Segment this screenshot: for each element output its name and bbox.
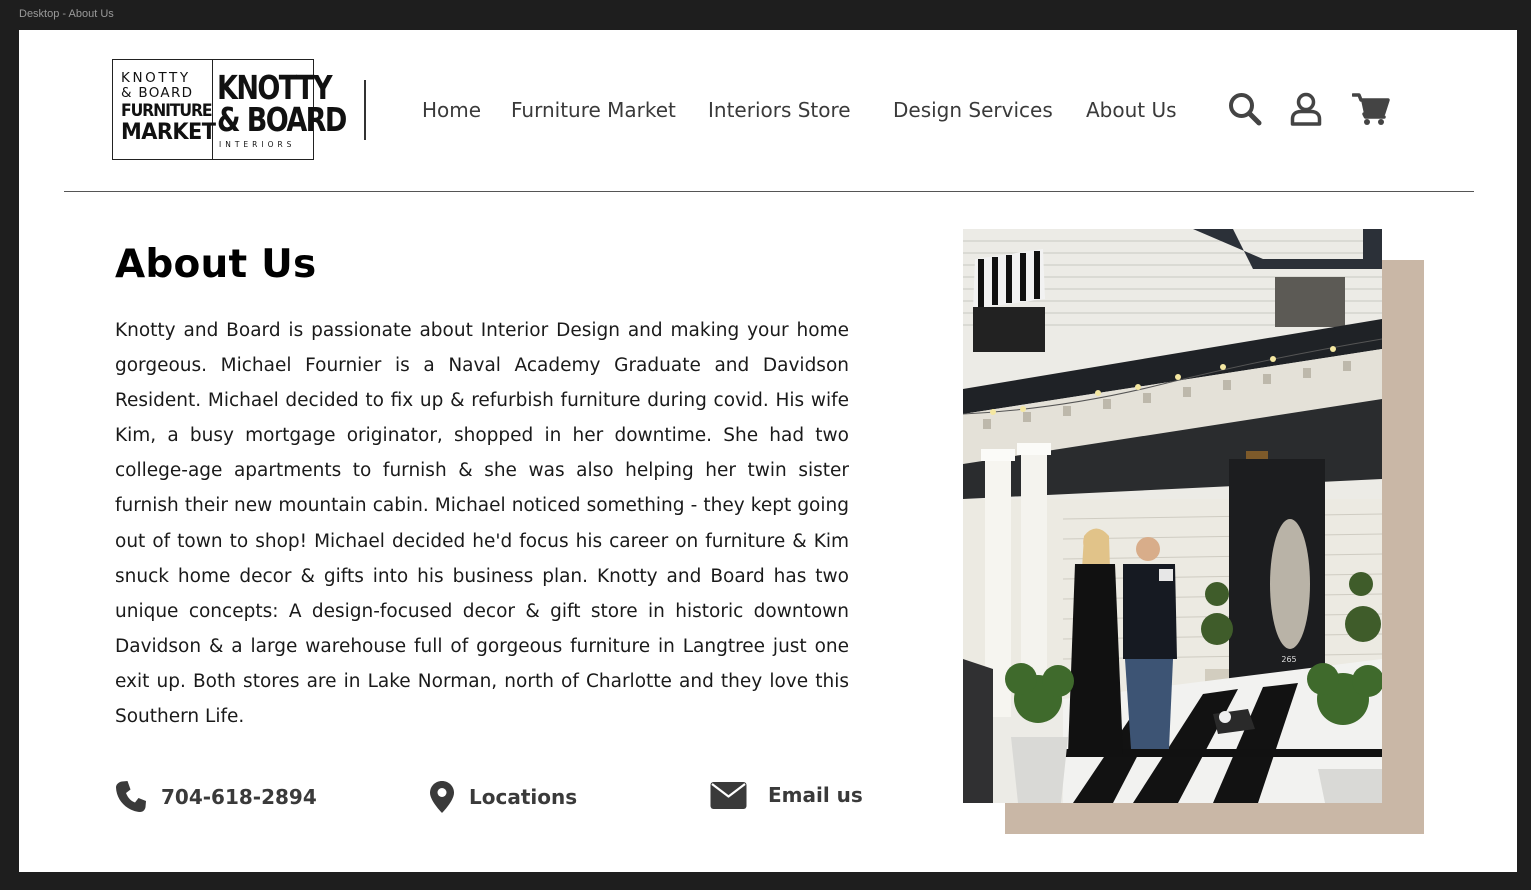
email-label: Email us (768, 783, 863, 807)
awning (973, 249, 1045, 352)
logo-text: & BOARD (217, 100, 347, 139)
nav-design-services[interactable]: Design Services (893, 98, 1053, 122)
about-text: Knotty and Board is passionate about Int… (115, 320, 849, 728)
search-icon[interactable] (1228, 92, 1262, 126)
envelope-icon (710, 782, 747, 809)
header-divider (364, 80, 366, 140)
nav-home[interactable]: Home (422, 98, 481, 122)
door-number: 265 (1281, 655, 1296, 664)
locations-label: Locations (469, 785, 578, 809)
nav-furniture-market[interactable]: Furniture Market (511, 98, 676, 122)
logo-text: FURNITURE (121, 101, 213, 121)
logo-furniture-market: KNOTTY & BOARD FURNITURE MARKET (113, 60, 216, 159)
storefront-photo: 265 (963, 229, 1382, 803)
page-title: About Us (115, 242, 317, 287)
user-icon[interactable] (1290, 92, 1322, 126)
page-frame: KNOTTY & BOARD FURNITURE MARKET KNOTTY &… (19, 30, 1517, 872)
frame-label: Desktop - About Us (19, 8, 114, 20)
storefront-illustration: 265 (963, 229, 1382, 803)
logo-text: MARKET (121, 120, 216, 145)
logo-interiors: KNOTTY & BOARD INTERIORS (213, 60, 374, 159)
logo[interactable]: KNOTTY & BOARD FURNITURE MARKET KNOTTY &… (112, 59, 347, 160)
nav-about-us[interactable]: About Us (1086, 98, 1177, 122)
phone-icon (116, 781, 146, 812)
logo-text: INTERIORS (219, 140, 296, 149)
nav-interiors-store[interactable]: Interiors Store (708, 98, 851, 122)
logo-text: KNOTTY (121, 70, 191, 86)
logo-text: & BOARD (121, 85, 194, 101)
email-link[interactable]: Email us (710, 780, 863, 810)
map-pin-icon (430, 781, 454, 813)
phone-number: 704-618-2894 (161, 784, 317, 809)
cart-icon[interactable] (1352, 92, 1390, 126)
locations-link[interactable]: Locations (429, 780, 577, 814)
header-separator (64, 191, 1474, 192)
phone-link[interactable]: 704-618-2894 (115, 780, 317, 813)
